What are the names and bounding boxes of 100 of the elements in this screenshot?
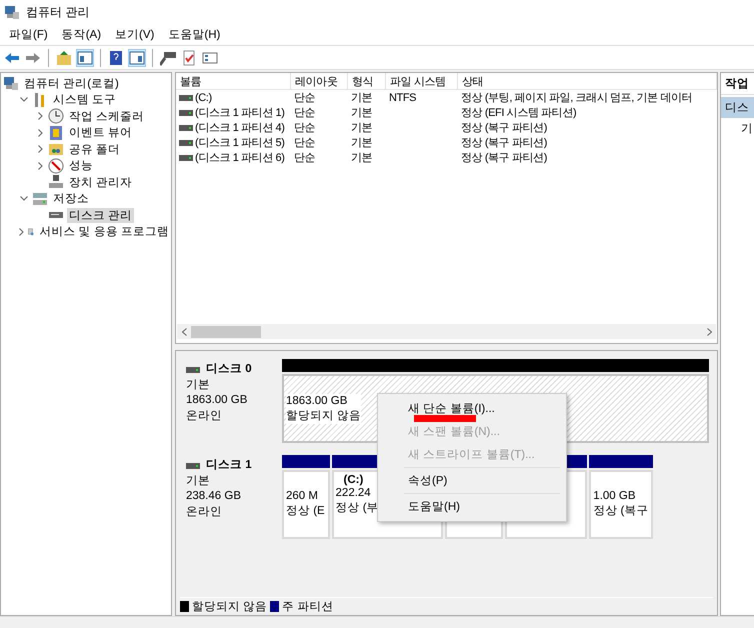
actions-section[interactable]: 디스 — [721, 97, 754, 118]
disk-type: 기본 — [186, 474, 211, 488]
table-cell-text: (디스크 1 파티션 1) — [195, 106, 285, 120]
scroll-right-icon[interactable] — [706, 328, 712, 336]
computer-icon — [4, 4, 20, 20]
table-cell: 단순 — [294, 152, 316, 164]
clock-icon — [48, 108, 64, 124]
chevron-right-icon[interactable] — [38, 145, 42, 154]
partition-text: 정상 (부 — [336, 501, 379, 516]
table-cell: 기본 — [351, 152, 372, 164]
folder-icon — [48, 141, 64, 158]
action-item[interactable]: 기 — [741, 121, 753, 136]
drive-icon — [186, 462, 200, 469]
pane-icon — [77, 50, 93, 66]
drive-icon — [186, 366, 200, 373]
computer-icon — [3, 75, 19, 92]
column-header[interactable]: 볼륨 — [176, 73, 291, 89]
table-cell: 기본 — [351, 92, 372, 104]
chevron-down-icon[interactable] — [20, 196, 28, 202]
menu-item[interactable]: 보기(V) — [110, 25, 160, 44]
tree-item[interactable]: 컴퓨터 관리(로컬) — [22, 76, 121, 91]
chevron-right-icon[interactable] — [19, 228, 24, 236]
partition-text: 260 M — [286, 489, 318, 504]
actions-header: 작업 — [721, 73, 754, 95]
partition-text: 222.24 — [336, 486, 371, 501]
tree-item[interactable]: 서비스 및 응용 프로그램 — [37, 224, 171, 240]
scrollbar-thumb[interactable] — [191, 326, 261, 338]
table-cell-text: (디스크 1 파티션 4) — [195, 121, 285, 135]
column-header[interactable]: 레이아웃 — [291, 73, 348, 89]
table-cell: 정상 (복구 파티션) — [461, 122, 548, 134]
device-icon — [48, 174, 64, 190]
disk-type: 기본 — [186, 378, 211, 392]
context-menu-item[interactable]: 새 단순 볼륨(I)... — [378, 397, 566, 420]
table-cell-text: (디스크 1 파티션 5) — [195, 136, 285, 150]
disk-size: 238.46 GB — [186, 489, 242, 504]
tree-item[interactable]: 이벤트 뷰어 — [67, 125, 134, 140]
table-cell-text: (디스크 1 파티션 6) — [195, 151, 285, 165]
table-cell: 정상 (부팅, 페이지 파일, 크래시 덤프, 기본 데이터 — [461, 92, 692, 104]
folder-up-icon — [56, 50, 72, 66]
table-cell: 정상 (복구 파티션) — [461, 137, 548, 149]
drive-icon — [179, 154, 193, 160]
tree-item[interactable]: 성능 — [67, 158, 95, 174]
menu-item[interactable]: 동작(A) — [56, 25, 106, 44]
table-cell: 단순 — [294, 137, 316, 149]
table-cell: 정상 (EFI 시스템 파티션) — [461, 107, 576, 119]
partition-text: 1.00 GB — [593, 489, 636, 504]
menu-item[interactable]: 파일(F) — [4, 25, 53, 44]
disk-name: 디스크 0 — [206, 362, 252, 377]
storage-icon — [32, 190, 48, 207]
pane-icon — [129, 50, 145, 66]
table-cell: (C:) — [195, 92, 212, 104]
table-cell: NTFS — [389, 92, 416, 104]
partition-text: 정상 (복구 — [593, 504, 648, 519]
toolbar-button[interactable] — [76, 48, 94, 66]
table-cell: 단순 — [294, 107, 316, 119]
table-cell: 기본 — [351, 122, 372, 134]
drive-icon — [179, 110, 193, 116]
toolbar-button[interactable] — [55, 48, 73, 66]
disk-name: 디스크 1 — [206, 458, 252, 473]
help-icon — [108, 50, 124, 66]
chevron-right-icon[interactable] — [38, 162, 42, 170]
table-cell: 기본 — [351, 137, 372, 149]
toolbar-button[interactable] — [107, 48, 125, 66]
table-cell: 정상 (복구 파티션) — [461, 152, 548, 164]
partition-stripe — [282, 455, 330, 468]
properties-icon — [202, 50, 218, 66]
disk-status: 온라인 — [186, 504, 223, 520]
context-menu-item[interactable]: 도움말(H) — [378, 495, 566, 518]
drive-icon — [179, 94, 193, 100]
partition-text: 1863.00 GB — [286, 394, 348, 409]
table-cell: 단순 — [294, 92, 316, 104]
chevron-right-icon[interactable] — [38, 112, 42, 120]
partition-stripe — [589, 455, 653, 468]
column-header[interactable]: 파일 시스템 — [386, 73, 458, 89]
column-header[interactable]: 상태 — [458, 73, 717, 89]
chevron-right-icon[interactable] — [38, 128, 42, 137]
chevron-down-icon[interactable] — [20, 97, 28, 102]
drive-icon — [179, 140, 193, 146]
column-header[interactable]: 형식 — [348, 73, 386, 89]
partition-label: (C:) — [344, 474, 364, 486]
disk-status: 온라인 — [186, 408, 223, 424]
legend-label: 주 파티션 — [282, 600, 334, 614]
tree-item[interactable]: 저장소 — [51, 191, 91, 206]
menu-item[interactable]: 도움말(H) — [163, 25, 226, 44]
toolbar-button[interactable] — [128, 48, 146, 66]
drive-icon — [179, 124, 193, 130]
tree-item[interactable]: 장치 관리자 — [67, 174, 134, 190]
tree-item[interactable]: 공유 폴더 — [67, 142, 122, 157]
table-cell: 기본 — [351, 107, 372, 119]
checklist-icon — [181, 50, 197, 66]
disk-size: 1863.00 GB — [186, 393, 248, 408]
table-cell: 단순 — [294, 122, 316, 134]
window-title: 컴퓨터 관리 — [26, 4, 90, 20]
tree-item[interactable]: 시스템 도구 — [51, 92, 118, 108]
partition-text: 할당되지 않음 — [286, 409, 362, 424]
context-menu-item[interactable]: 속성(P) — [378, 469, 566, 492]
tree-item[interactable]: 작업 스케줄러 — [67, 108, 146, 124]
tree-item[interactable]: 디스크 관리 — [67, 208, 134, 223]
scroll-left-icon[interactable] — [182, 328, 186, 336]
legend-label: 할당되지 않음 — [192, 600, 268, 614]
